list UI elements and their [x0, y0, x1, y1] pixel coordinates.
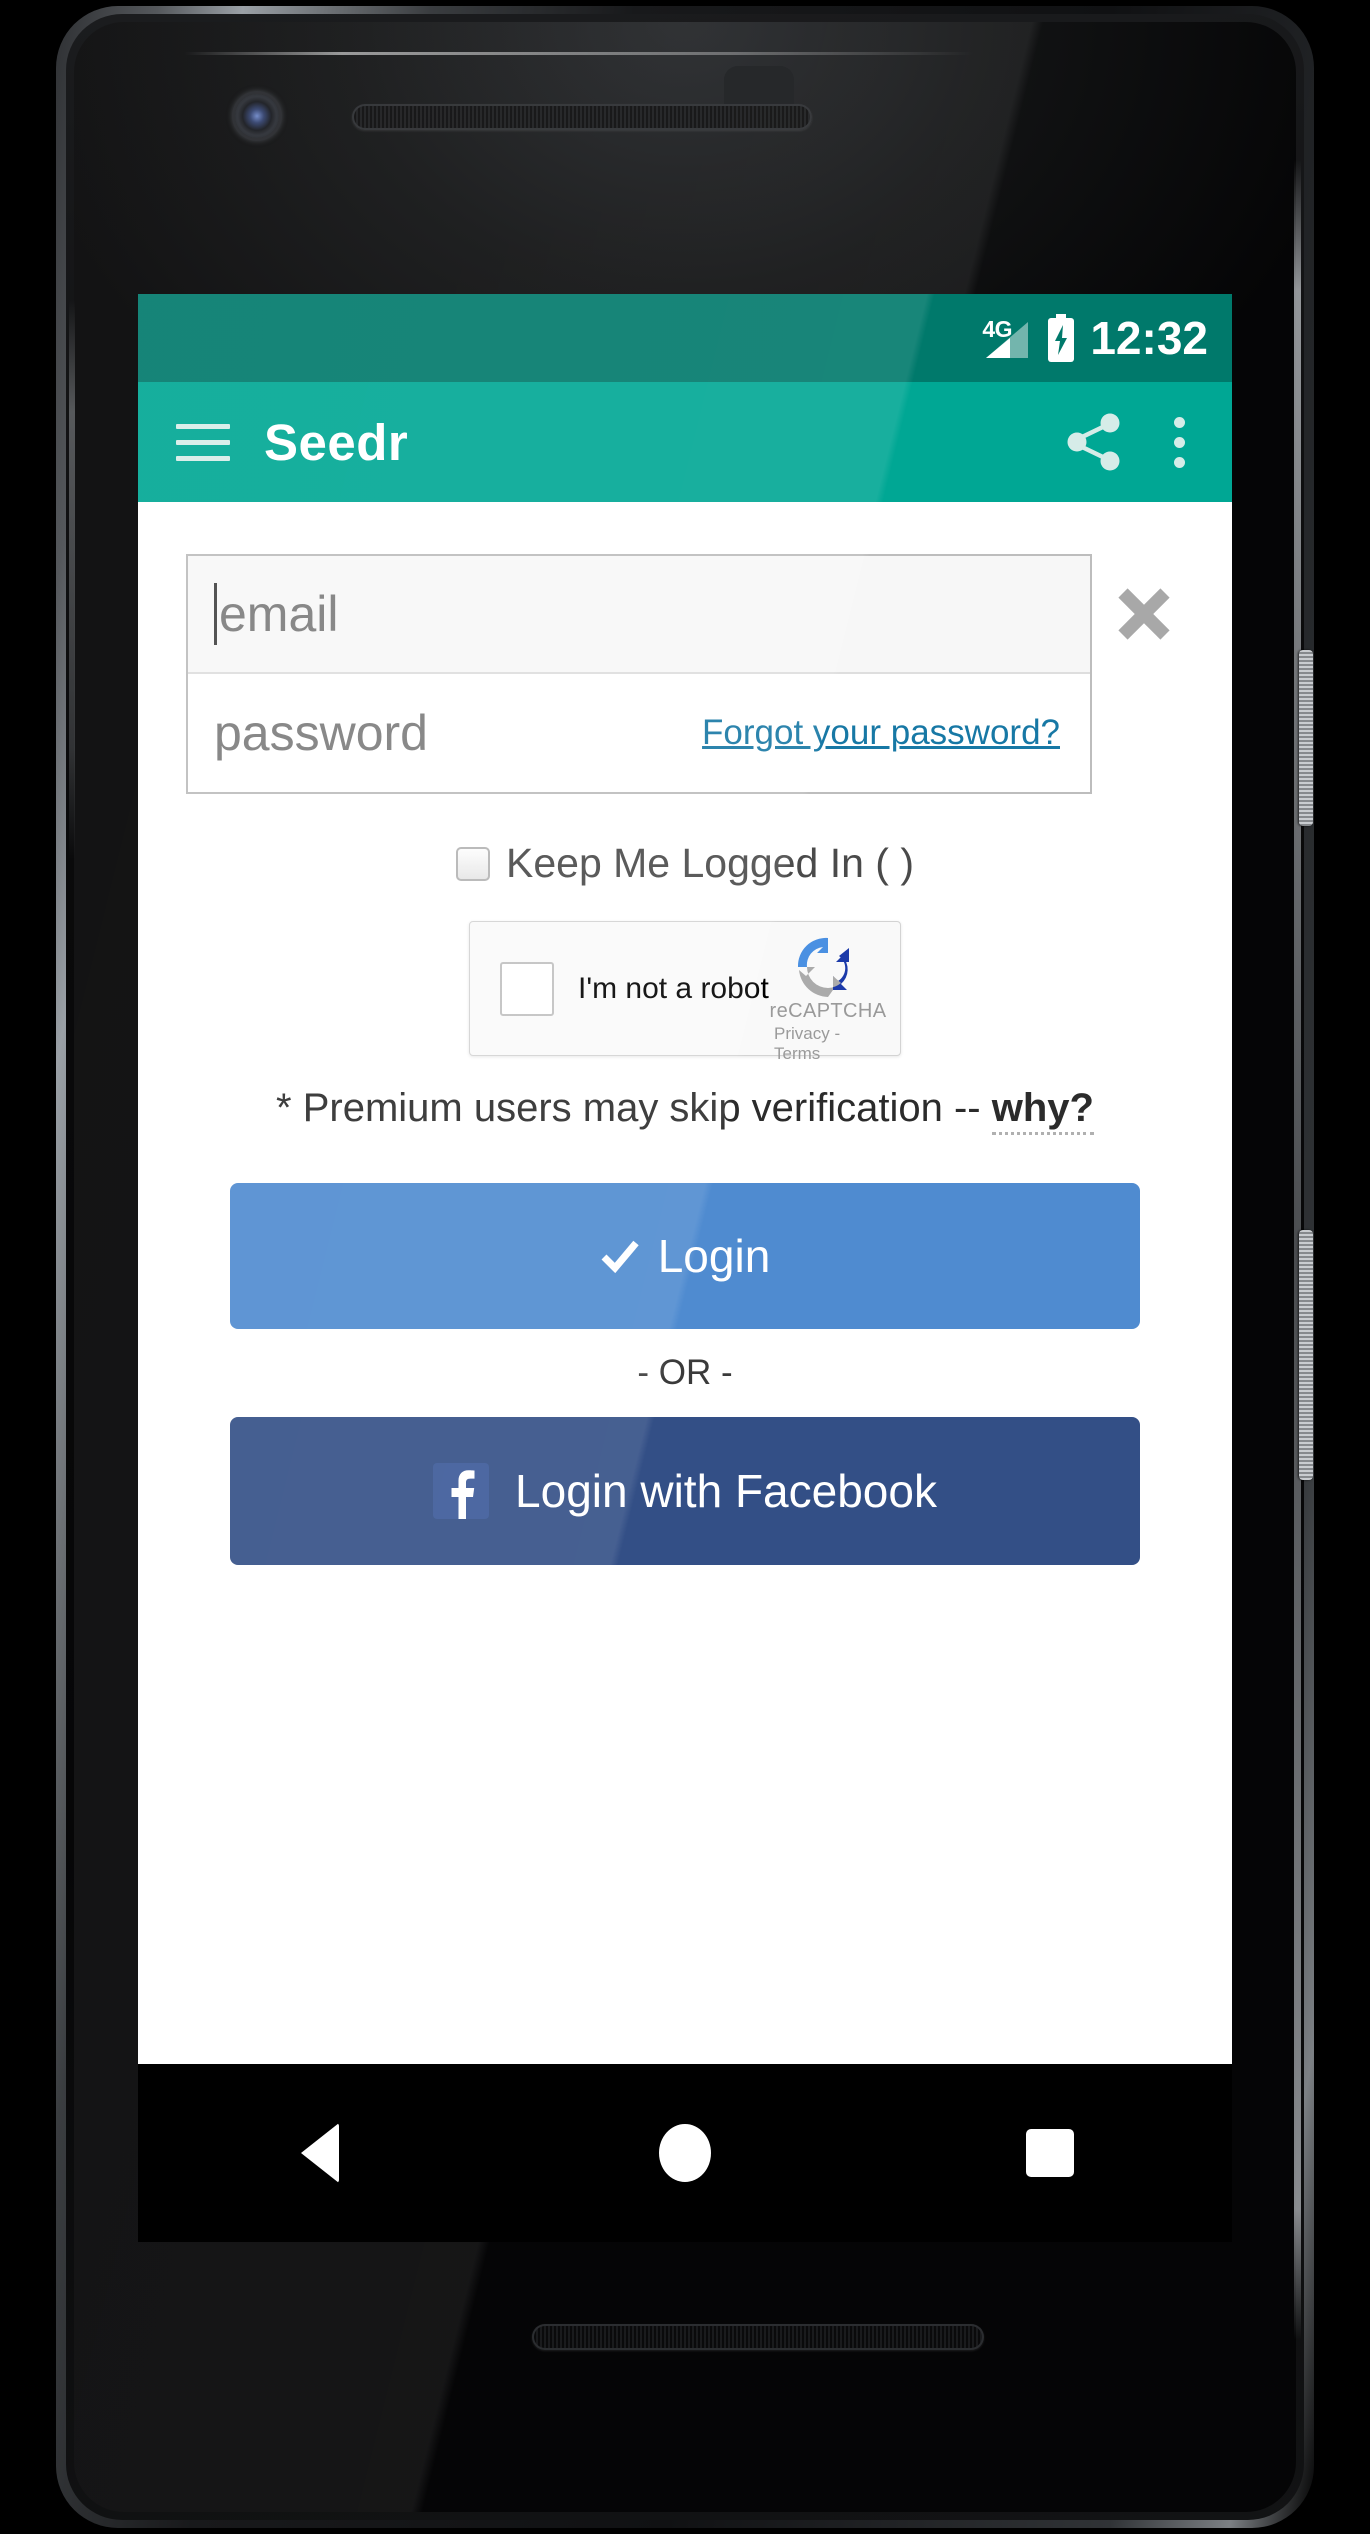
phone-device-frame: 4G 12:32 Seedr email password Forgot you… — [0, 0, 1370, 2534]
credentials-fieldset: email password Forgot your password? — [186, 554, 1092, 794]
text-cursor — [214, 583, 217, 645]
volume-rocker-button[interactable] — [1299, 1230, 1313, 1480]
recaptcha-terms-link[interactable]: Privacy - Terms — [774, 1024, 882, 1064]
signal-bars-icon: 4G — [982, 314, 1032, 362]
recaptcha-logo-icon — [797, 937, 849, 997]
check-icon — [601, 1240, 639, 1273]
login-button[interactable]: Login — [230, 1182, 1140, 1329]
nav-recents-button[interactable] — [990, 2093, 1110, 2213]
email-placeholder: email — [219, 586, 339, 642]
premium-note: * Premium users may skip verification --… — [138, 1084, 1232, 1135]
recaptcha-brand-label: reCAPTCHA — [769, 1000, 887, 1022]
recaptcha-branding: reCAPTCHA Privacy - Terms — [770, 936, 886, 1064]
login-button-label: Login — [657, 1229, 771, 1282]
recaptcha-checkbox[interactable] — [500, 961, 554, 1016]
phone-screen: 4G 12:32 Seedr email password Forgot you… — [138, 294, 1232, 2064]
recaptcha-widget[interactable]: I'm not a robot reCAPTCHA Privacy - Term… — [469, 921, 901, 1063]
power-button[interactable] — [1299, 650, 1313, 826]
nav-back-button[interactable] — [260, 2093, 380, 2213]
facebook-login-label: Login with Facebook — [515, 1464, 937, 1517]
app-title: Seedr — [264, 413, 409, 471]
android-navigation-bar — [138, 2064, 1232, 2242]
status-bar: 4G 12:32 — [138, 294, 1232, 382]
password-field[interactable]: password Forgot your password? — [188, 674, 1090, 792]
home-circle-icon — [658, 2124, 711, 2182]
password-placeholder: password — [214, 705, 428, 761]
hamburger-menu-icon[interactable] — [176, 415, 230, 469]
close-x-icon[interactable] — [1114, 584, 1174, 644]
back-triangle-icon — [301, 2123, 340, 2183]
glass-top-highlight — [184, 52, 974, 55]
keep-logged-in-checkbox[interactable] — [456, 846, 490, 881]
status-bar-clock: 12:32 — [1090, 312, 1208, 364]
battery-charging-icon — [1046, 314, 1076, 362]
share-icon[interactable] — [1062, 410, 1126, 474]
forgot-password-link[interactable]: Forgot your password? — [702, 713, 1064, 753]
left-metal-rail — [69, 300, 75, 860]
recents-square-icon — [1025, 2129, 1074, 2177]
or-divider: - OR - — [637, 1352, 733, 1392]
nav-home-button[interactable] — [625, 2093, 745, 2213]
login-page-content: email password Forgot your password? Kee… — [138, 502, 1232, 2064]
more-vertical-icon[interactable] — [1156, 410, 1202, 474]
app-bar: Seedr — [138, 382, 1232, 502]
premium-note-text: * Premium users may skip verification -- — [276, 1086, 992, 1130]
bottom-speaker — [532, 2324, 984, 2350]
signal-triangle-icon — [986, 322, 1029, 358]
facebook-login-button[interactable]: Login with Facebook — [230, 1416, 1140, 1565]
earpiece-speaker — [352, 104, 812, 130]
keep-logged-in-row[interactable]: Keep Me Logged In ( ) — [138, 840, 1232, 887]
credentials-row: email password Forgot your password? — [138, 502, 1232, 794]
premium-why-link[interactable]: why? — [991, 1086, 1094, 1135]
recaptcha-label: I'm not a robot — [578, 971, 769, 1005]
front-camera — [235, 94, 279, 138]
facebook-f-icon — [433, 1462, 490, 1519]
keep-logged-in-label: Keep Me Logged In ( ) — [506, 840, 914, 886]
email-field[interactable]: email — [188, 556, 1090, 674]
recaptcha-row: I'm not a robot reCAPTCHA Privacy - Term… — [138, 921, 1232, 1063]
